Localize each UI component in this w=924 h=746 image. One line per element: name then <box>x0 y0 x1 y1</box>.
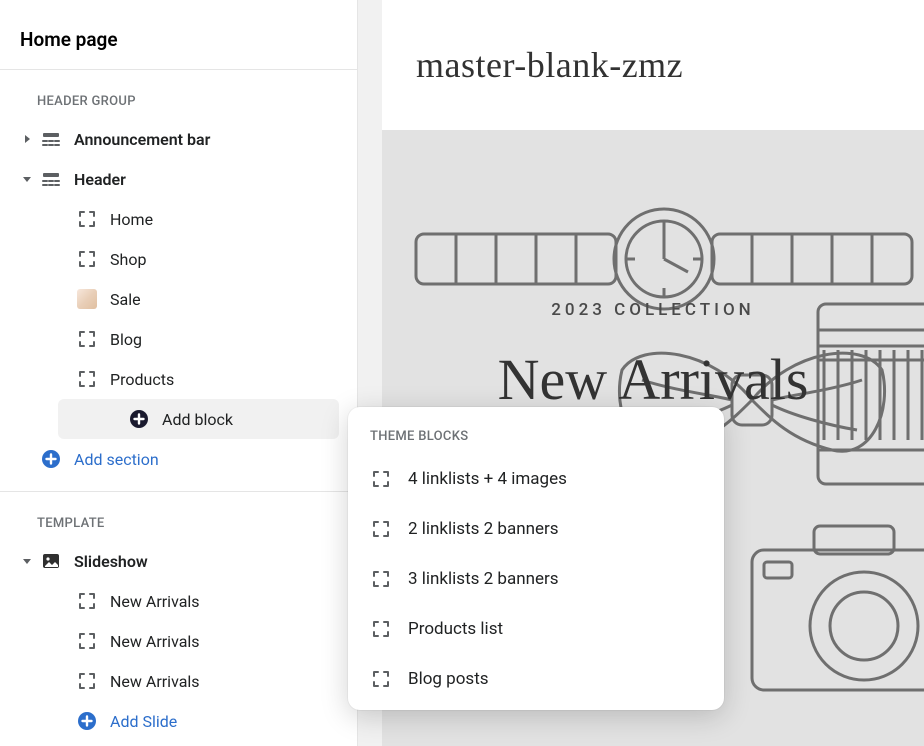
theme-blocks-popover: THEME BLOCKS 4 linklists + 4 images 2 li… <box>348 407 724 710</box>
slide-label: New Arrivals <box>110 632 200 651</box>
block-icon <box>76 208 98 230</box>
block-label: Shop <box>110 250 146 269</box>
theme-block-4-linklists-4-images[interactable]: 4 linklists + 4 images <box>348 454 724 504</box>
popover-item-label: Products list <box>408 619 503 639</box>
caret-down-icon[interactable] <box>20 554 34 568</box>
section-icon <box>40 168 62 190</box>
popover-item-label: 4 linklists + 4 images <box>408 469 567 489</box>
block-home[interactable]: Home <box>6 199 347 239</box>
block-icon <box>76 328 98 350</box>
section-slideshow[interactable]: Slideshow <box>6 541 347 581</box>
block-icon <box>76 368 98 390</box>
caret-right-icon[interactable] <box>20 132 34 146</box>
hero-subtitle: 2023 COLLECTION <box>382 300 924 320</box>
block-icon <box>370 668 392 690</box>
sidebar-scroll[interactable]: HEADER GROUP Announcement bar Header Hom… <box>0 69 357 746</box>
block-icon <box>76 670 98 692</box>
image-icon <box>40 550 62 572</box>
slide-label: New Arrivals <box>110 672 200 691</box>
group-label-header: HEADER GROUP <box>0 70 353 119</box>
block-icon <box>370 468 392 490</box>
slide-item[interactable]: New Arrivals <box>6 581 347 621</box>
block-icon <box>76 590 98 612</box>
block-label: Sale <box>110 290 141 309</box>
section-icon <box>40 128 62 150</box>
group-label-template: TEMPLATE <box>0 492 353 541</box>
slide-item[interactable]: New Arrivals <box>6 621 347 661</box>
block-label: Home <box>110 210 153 229</box>
section-label: Announcement bar <box>74 130 210 149</box>
plus-circle-icon <box>128 408 150 430</box>
watch-lineart <box>412 204 922 314</box>
popover-item-label: Blog posts <box>408 669 489 689</box>
sidebar: Home page HEADER GROUP Announcement bar … <box>0 0 357 746</box>
slide-label: New Arrivals <box>110 592 200 611</box>
theme-block-3-linklists-2-banners[interactable]: 3 linklists 2 banners <box>348 554 724 604</box>
add-section-button[interactable]: Add section <box>6 439 347 479</box>
caret-down-icon[interactable] <box>20 172 34 186</box>
plus-circle-icon <box>76 710 98 732</box>
theme-block-blog-posts[interactable]: Blog posts <box>348 654 724 704</box>
add-section-label: Add section <box>74 450 159 469</box>
block-icon <box>370 518 392 540</box>
block-thumbnail <box>76 288 98 310</box>
add-block-button[interactable]: Add block <box>58 399 339 439</box>
add-slide-button[interactable]: Add Slide <box>6 701 347 741</box>
block-icon <box>76 630 98 652</box>
popover-item-label: 2 linklists 2 banners <box>408 519 559 539</box>
slide-item[interactable]: New Arrivals <box>6 661 347 701</box>
block-label: Blog <box>110 330 142 349</box>
block-icon <box>370 618 392 640</box>
block-products[interactable]: Products <box>6 359 347 399</box>
block-icon <box>76 248 98 270</box>
block-sale[interactable]: Sale <box>6 279 347 319</box>
store-title: master-blank-zmz <box>382 0 924 130</box>
block-label: Products <box>110 370 174 389</box>
block-shop[interactable]: Shop <box>6 239 347 279</box>
section-label: Slideshow <box>74 552 148 571</box>
section-announcement-bar[interactable]: Announcement bar <box>6 119 347 159</box>
section-label: Header <box>74 170 126 189</box>
theme-block-products-list[interactable]: Products list <box>348 604 724 654</box>
popover-item-label: 3 linklists 2 banners <box>408 569 559 589</box>
hero-title: New Arrivals <box>382 346 924 413</box>
block-icon <box>370 568 392 590</box>
plus-circle-icon <box>40 448 62 470</box>
block-blog[interactable]: Blog <box>6 319 347 359</box>
section-header[interactable]: Header <box>6 159 347 199</box>
theme-block-2-linklists-2-banners[interactable]: 2 linklists 2 banners <box>348 504 724 554</box>
add-slide-label: Add Slide <box>110 712 177 731</box>
add-block-label: Add block <box>162 410 233 429</box>
popover-label: THEME BLOCKS <box>348 407 724 454</box>
page-title: Home page <box>0 0 357 69</box>
